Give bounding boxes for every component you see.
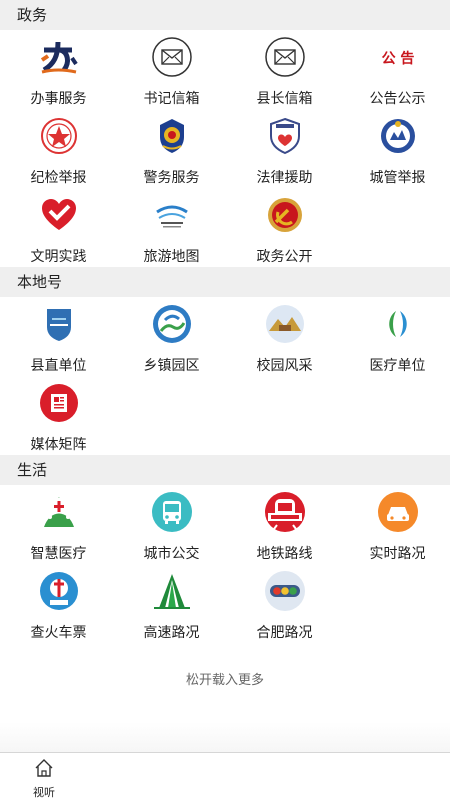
service-item[interactable]: 文明实践	[2, 188, 115, 267]
smart-medical-icon: ·	[38, 491, 80, 533]
service-item[interactable]: 城市公交	[115, 485, 228, 564]
service-item-label: 书记信箱	[143, 91, 200, 107]
city-management-badge-icon	[377, 115, 419, 157]
service-item[interactable]: · 智慧医疗	[2, 485, 115, 564]
service-item[interactable]: 书记信箱	[115, 30, 228, 109]
service-item[interactable]: 警务服务	[115, 109, 228, 188]
service-item-label: 政务公开	[256, 249, 313, 265]
county-shield-icon	[38, 303, 80, 345]
announcement-icon: 公 告	[377, 36, 419, 78]
service-item[interactable]: 法律援助	[228, 109, 341, 188]
mail-icon	[264, 36, 306, 78]
campus-icon	[264, 303, 306, 345]
service-item[interactable]: 办事服务	[2, 30, 115, 109]
svg-text:·: ·	[58, 495, 60, 502]
bottom-nav-bar: 视听	[0, 752, 450, 800]
service-item[interactable]: 医疗单位	[341, 297, 450, 376]
service-item[interactable]: 政务公开	[228, 188, 341, 267]
police-badge-icon	[151, 115, 193, 157]
service-item-label: 纪检举报	[30, 170, 87, 186]
service-item[interactable]: 实时路况	[341, 485, 450, 564]
service-item-label: 乡镇园区	[143, 358, 200, 374]
service-sections: 政务办事服务 书记信箱 县长信箱 公 告公告公示纪检举报 警务服务 法律援助 城管举报文明实…	[0, 0, 450, 643]
service-item[interactable]: 地铁路线	[228, 485, 341, 564]
service-item[interactable]: 旅游地图	[115, 188, 228, 267]
bus-icon	[151, 491, 193, 533]
medical-leaf-icon	[377, 303, 419, 345]
railway-logo-icon	[38, 570, 80, 612]
service-grid: 县直单位 乡镇园区 校园风采 医疗单位媒体矩阵	[0, 297, 450, 455]
service-item[interactable]: 合肥路况	[228, 564, 341, 643]
service-grid: 办事服务 书记信箱 县长信箱 公 告公告公示纪检举报 警务服务 法律援助 城管举报文明实践 旅…	[0, 30, 450, 267]
service-item-label: 医疗单位	[369, 358, 426, 374]
service-item-label: 实时路况	[369, 546, 426, 562]
service-grid: · 智慧医疗 城市公交 地铁路线 实时路况查火车票 高速路况 合肥路况	[0, 485, 450, 643]
tab-video-label: 视听	[33, 786, 55, 799]
service-item[interactable]: 公 告公告公示	[341, 30, 450, 109]
content-fade	[0, 722, 450, 752]
mail-icon	[151, 36, 193, 78]
media-newspaper-icon	[38, 382, 80, 424]
ban-logo-icon	[38, 36, 80, 78]
service-item-label: 城管举报	[369, 170, 426, 186]
section-header: 生活	[0, 455, 450, 485]
service-item-label: 县长信箱	[256, 91, 313, 107]
service-item[interactable]: 县长信箱	[228, 30, 341, 109]
section-header: 本地号	[0, 267, 450, 297]
service-item-label: 城市公交	[143, 546, 200, 562]
township-park-icon	[151, 303, 193, 345]
service-item[interactable]: 城管举报	[341, 109, 450, 188]
service-item-label: 媒体矩阵	[30, 437, 87, 453]
service-item-label: 公告公示	[369, 91, 426, 107]
announcement-icon-text: 公 告	[381, 50, 414, 67]
service-item[interactable]: 校园风采	[228, 297, 341, 376]
service-item-label: 查火车票	[30, 625, 87, 641]
service-item-label: 校园风采	[256, 358, 313, 374]
highway-icon	[151, 570, 193, 612]
service-item-label: 文明实践	[30, 249, 87, 265]
pull-load-more-hint: 松开载入更多	[185, 673, 264, 688]
service-item-label: 警务服务	[143, 170, 200, 186]
service-item-label: 高速路况	[143, 625, 200, 641]
service-item[interactable]: 县直单位	[2, 297, 115, 376]
service-item-label: 办事服务	[30, 91, 87, 107]
service-item[interactable]: 高速路况	[115, 564, 228, 643]
service-item-label: 智慧医疗	[30, 546, 87, 562]
tourism-logo-icon	[151, 194, 193, 236]
service-item[interactable]: 媒体矩阵	[2, 376, 115, 455]
section-header: 政务	[0, 0, 450, 30]
service-item-label: 旅游地图	[143, 249, 200, 265]
traffic-light-icon	[264, 570, 306, 612]
service-item-label: 法律援助	[256, 170, 313, 186]
service-item-label: 合肥路况	[256, 625, 313, 641]
tab-video[interactable]: 视听	[22, 757, 66, 799]
service-item[interactable]: 查火车票	[2, 564, 115, 643]
service-item[interactable]: 纪检举报	[2, 109, 115, 188]
home-icon	[33, 757, 55, 783]
service-item-label: 县直单位	[30, 358, 87, 374]
service-page: 政务办事服务 书记信箱 县长信箱 公 告公告公示纪检举报 警务服务 法律援助 城管举报文明实…	[0, 0, 450, 689]
legal-aid-shield-icon	[264, 115, 306, 157]
subway-icon	[264, 491, 306, 533]
car-icon	[377, 491, 419, 533]
service-item[interactable]: 乡镇园区	[115, 297, 228, 376]
heart-logo-icon	[38, 194, 80, 236]
party-emblem-icon	[264, 194, 306, 236]
service-item-label: 地铁路线	[256, 546, 313, 562]
discipline-emblem-icon	[38, 115, 80, 157]
